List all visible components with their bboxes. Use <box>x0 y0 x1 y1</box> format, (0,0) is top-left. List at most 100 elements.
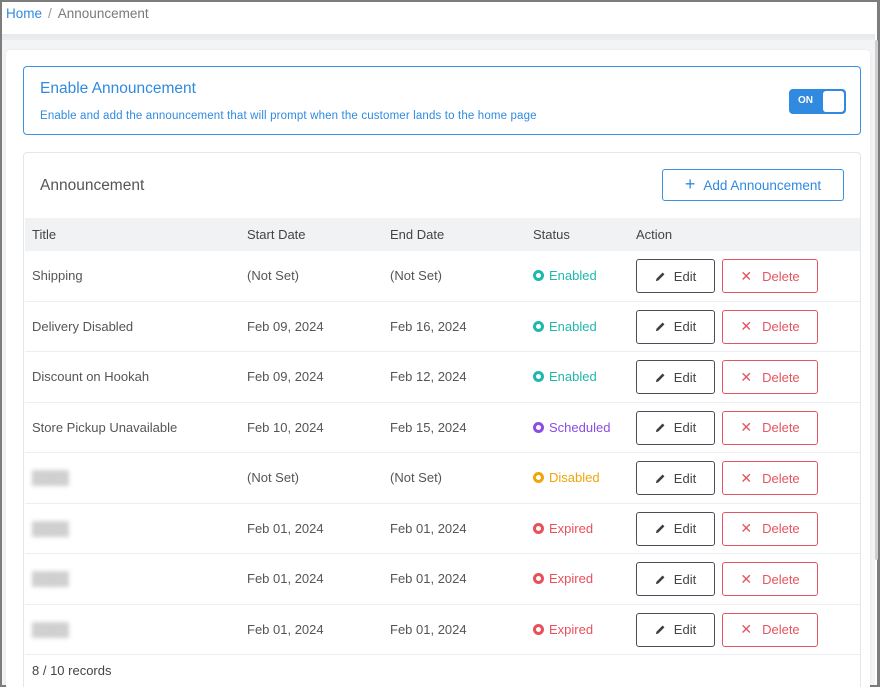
status-badge: Expired <box>533 571 593 586</box>
announcement-list-title: Announcement <box>40 177 145 194</box>
delete-button[interactable]: ✕ Delete <box>722 511 818 546</box>
toggle-knob <box>823 91 844 112</box>
breadcrumb-home-link[interactable]: Home <box>6 6 42 21</box>
edit-button[interactable]: Edit <box>636 410 715 445</box>
table-header: Title Start Date End Date Status Action <box>25 218 860 251</box>
edit-button[interactable]: Edit <box>636 612 715 647</box>
table-row[interactable]: ████ Feb 01, 2024 Feb 01, 2024 Expired E… <box>25 605 860 655</box>
row-end-date: Feb 01, 2024 <box>390 520 467 536</box>
edit-button[interactable]: Edit <box>636 259 715 293</box>
breadcrumb-separator: / <box>48 6 52 21</box>
pencil-icon <box>655 524 665 534</box>
row-title-redacted: ████ <box>32 470 69 485</box>
delete-label: Delete <box>762 319 800 334</box>
pencil-icon <box>655 272 665 281</box>
add-announcement-button[interactable]: + Add Announcement <box>662 169 844 201</box>
plus-icon: + <box>684 174 696 194</box>
row-title: Delivery Disabled <box>32 318 134 334</box>
edit-label: Edit <box>673 319 697 334</box>
status-badge: Disabled <box>533 470 600 485</box>
edit-label: Edit <box>673 521 697 536</box>
add-announcement-label: Add Announcement <box>703 177 822 193</box>
status-badge: Expired <box>533 622 593 637</box>
delete-button[interactable]: ✕ Delete <box>722 410 818 445</box>
enable-announcement-title: Enable Announcement <box>40 80 196 97</box>
edit-button[interactable]: Edit <box>636 309 715 344</box>
delete-label: Delete <box>762 268 800 284</box>
delete-button[interactable]: ✕ Delete <box>722 309 818 344</box>
column-header-title[interactable]: Title <box>32 227 56 242</box>
vertical-scrollbar[interactable] <box>875 40 878 560</box>
pencil-icon <box>655 625 665 635</box>
pencil-icon <box>655 423 665 433</box>
edit-label: Edit <box>673 622 697 637</box>
status-badge: Expired <box>533 521 593 536</box>
row-start-date: (Not Set) <box>247 470 300 485</box>
status-label: Enabled <box>549 318 597 334</box>
enable-announcement-panel: Enable Announcement Enable and add the a… <box>23 66 861 135</box>
edit-label: Edit <box>673 268 697 284</box>
delete-label: Delete <box>762 521 800 536</box>
delete-button[interactable]: ✕ Delete <box>722 360 818 394</box>
row-end-date: Feb 15, 2024 <box>390 419 467 435</box>
edit-button[interactable]: Edit <box>636 360 715 394</box>
column-header-action: Action <box>636 227 673 242</box>
delete-button[interactable]: ✕ Delete <box>722 612 818 647</box>
table-row[interactable]: ████ Feb 01, 2024 Feb 01, 2024 Expired E… <box>25 504 860 554</box>
delete-label: Delete <box>762 571 800 587</box>
column-header-end-date[interactable]: End Date <box>390 227 444 242</box>
row-title-redacted: ████ <box>32 621 69 637</box>
status-dot-icon <box>533 522 544 534</box>
edit-button[interactable]: Edit <box>636 461 715 495</box>
announcement-list-card: Announcement + Add Announcement Title St… <box>23 152 861 687</box>
row-start-date: Feb 01, 2024 <box>247 621 324 637</box>
edit-label: Edit <box>673 571 697 587</box>
status-dot-icon <box>533 421 544 433</box>
status-badge: Enabled <box>533 268 597 283</box>
delete-label: Delete <box>762 622 800 637</box>
row-title-redacted: ████ <box>32 520 69 536</box>
delete-button[interactable]: ✕ Delete <box>722 461 818 495</box>
column-header-start-date[interactable]: Start Date <box>247 227 306 242</box>
table-row[interactable]: Discount on Hookah Feb 09, 2024 Feb 12, … <box>25 352 860 403</box>
close-icon: ✕ <box>740 368 753 385</box>
row-end-date: (Not Set) <box>390 470 443 485</box>
status-badge: Enabled <box>533 369 597 384</box>
row-start-date: Feb 01, 2024 <box>247 571 324 586</box>
close-icon: ✕ <box>740 621 753 637</box>
announcement-toggle[interactable]: ON <box>789 89 846 114</box>
pencil-icon <box>655 322 665 332</box>
status-dot-icon <box>533 371 544 382</box>
status-dot-icon <box>533 320 544 332</box>
row-start-date: Feb 09, 2024 <box>247 369 324 384</box>
status-label: Scheduled <box>549 419 611 435</box>
edit-button[interactable]: Edit <box>636 562 715 596</box>
row-start-date: (Not Set) <box>247 268 300 283</box>
table-row[interactable]: Delivery Disabled Feb 09, 2024 Feb 16, 2… <box>25 302 860 352</box>
close-icon: ✕ <box>740 520 753 536</box>
row-start-date: Feb 10, 2024 <box>247 419 324 435</box>
status-label: Expired <box>549 571 594 586</box>
row-title: Store Pickup Unavailable <box>32 419 178 435</box>
status-badge: Enabled <box>533 319 597 334</box>
edit-button[interactable]: Edit <box>636 511 715 546</box>
table-row[interactable]: ████ (Not Set) (Not Set) Disabled Edit ✕… <box>25 453 860 504</box>
status-label: Disabled <box>549 470 600 485</box>
row-title: Discount on Hookah <box>32 369 150 384</box>
row-end-date: Feb 16, 2024 <box>390 318 467 334</box>
status-dot-icon <box>533 472 544 483</box>
table-row[interactable]: Store Pickup Unavailable Feb 10, 2024 Fe… <box>25 403 860 453</box>
close-icon: ✕ <box>740 318 753 334</box>
row-end-date: (Not Set) <box>390 268 443 283</box>
table-row[interactable]: Shipping (Not Set) (Not Set) Enabled Edi… <box>25 251 860 302</box>
row-start-date: Feb 01, 2024 <box>247 520 324 536</box>
delete-label: Delete <box>762 369 800 385</box>
edit-label: Edit <box>673 369 697 385</box>
table-row[interactable]: ████ Feb 01, 2024 Feb 01, 2024 Expired E… <box>25 554 860 605</box>
pencil-icon <box>655 575 665 584</box>
close-icon: ✕ <box>740 419 753 435</box>
column-header-status[interactable]: Status <box>533 227 570 242</box>
close-icon: ✕ <box>740 469 753 486</box>
delete-button[interactable]: ✕ Delete <box>722 562 818 596</box>
delete-button[interactable]: ✕ Delete <box>722 259 818 293</box>
